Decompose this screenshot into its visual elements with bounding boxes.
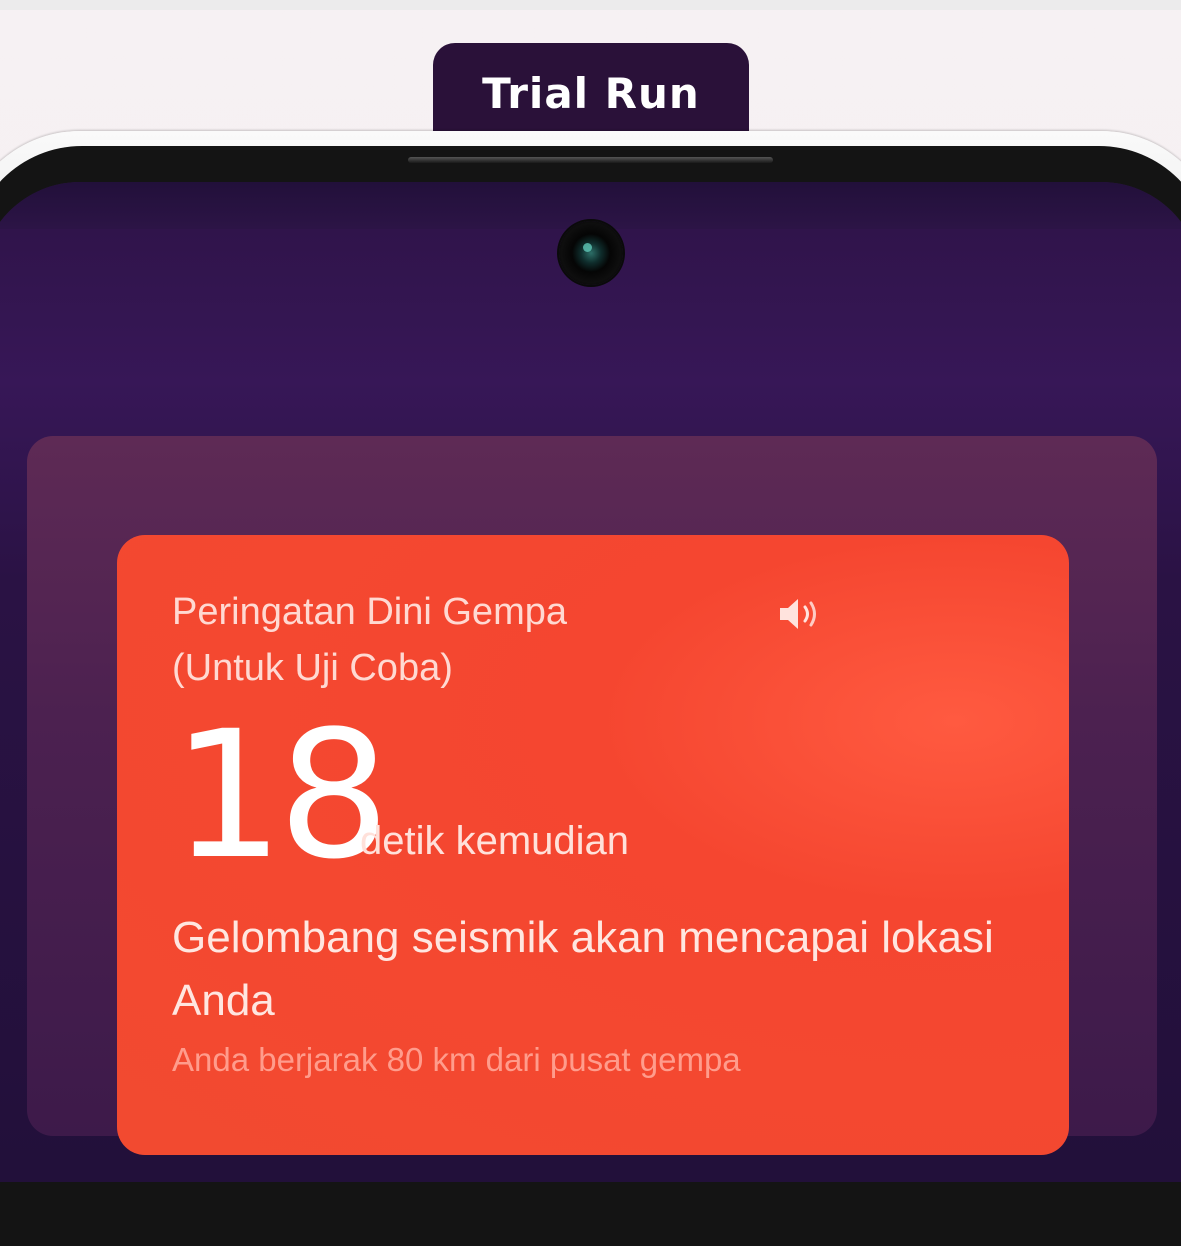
- alert-title-subtitle: (Untuk Uji Coba): [172, 647, 453, 689]
- speaker-volume-icon[interactable]: [778, 596, 830, 632]
- front-camera-icon: [559, 221, 623, 285]
- earpiece-speaker: [408, 157, 773, 163]
- countdown-unit-label: detik kemudian: [360, 819, 630, 863]
- countdown-seconds: 18: [172, 693, 390, 898]
- trial-run-badge: Trial Run: [433, 43, 749, 139]
- alert-message: Gelombang seismik akan mencapai lokasi A…: [172, 913, 994, 1025]
- trial-run-label: Trial Run: [482, 69, 700, 118]
- top-strip: [0, 0, 1181, 10]
- alert-title-main: Peringatan Dini Gempa: [172, 591, 567, 633]
- distance-note: Anda berjarak 80 km dari pusat gempa: [172, 1041, 741, 1078]
- camera-lens-glint: [583, 243, 592, 252]
- alert-title: Peringatan Dini Gempa (Untuk Uji Coba): [172, 584, 567, 696]
